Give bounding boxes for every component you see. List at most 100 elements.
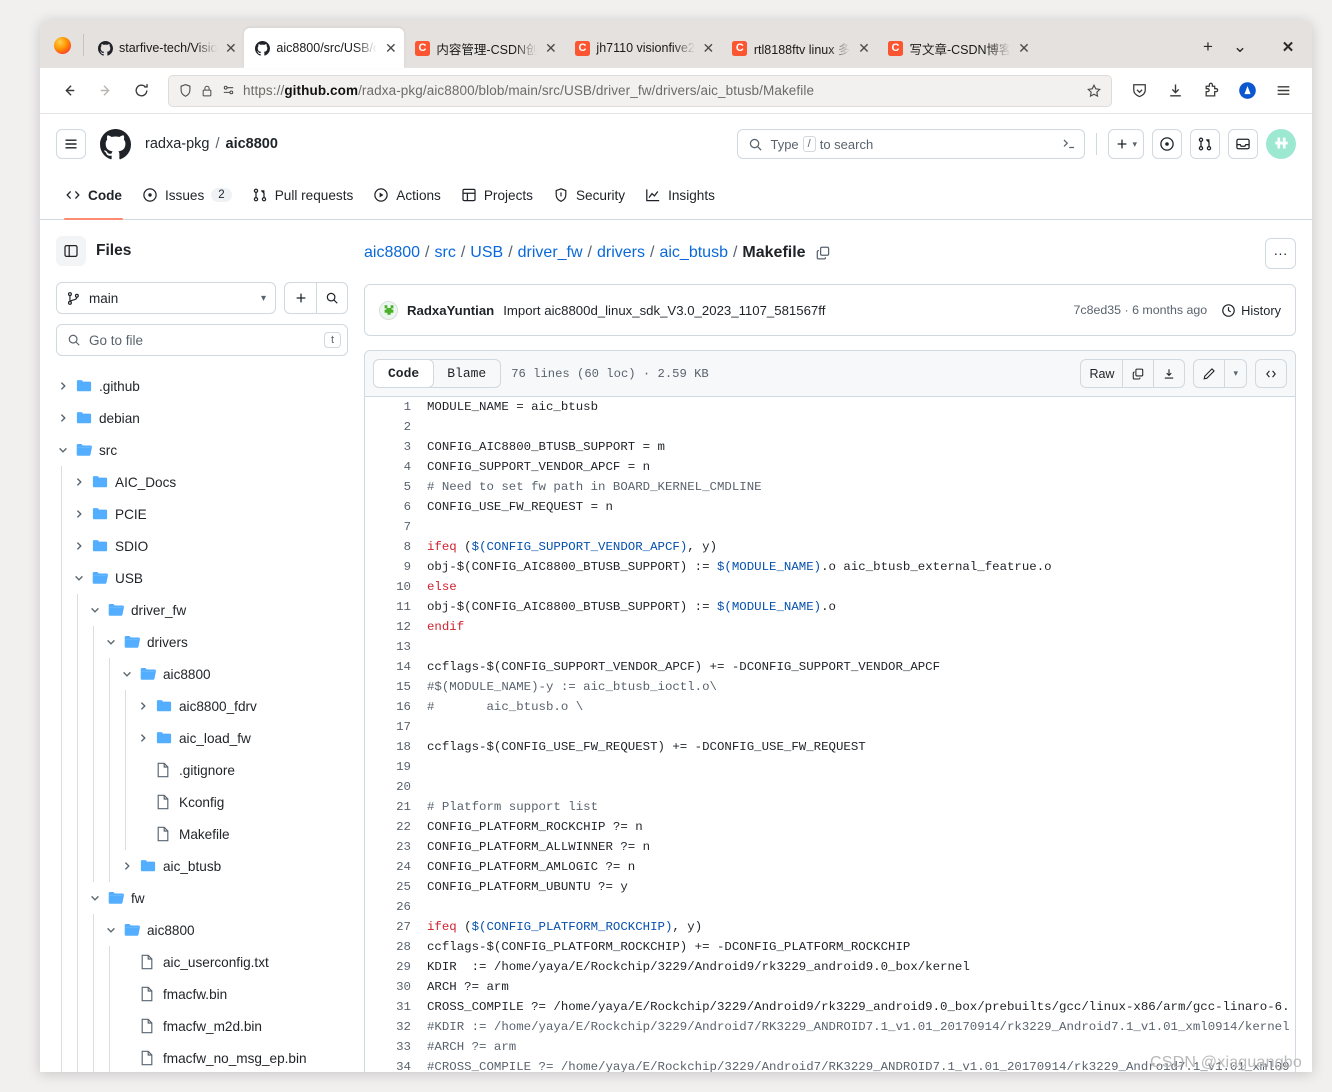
window-close-button[interactable]: ✕ (1272, 30, 1304, 64)
line-number[interactable]: 19 (365, 757, 427, 777)
browser-tab[interactable]: C 内容管理-CSDN创 ✕ (404, 28, 564, 68)
sidebar-collapse-icon[interactable] (56, 236, 86, 266)
download-icon[interactable] (1154, 360, 1184, 387)
line-number[interactable]: 7 (365, 517, 427, 537)
close-icon[interactable]: ✕ (856, 41, 871, 55)
tab-issues[interactable]: Issues 2 (133, 181, 241, 219)
copy-path-icon[interactable] (815, 245, 831, 261)
line-number[interactable]: 26 (365, 897, 427, 917)
line-number[interactable]: 17 (365, 717, 427, 737)
line-number[interactable]: 2 (365, 417, 427, 437)
tab-code[interactable]: Code (374, 360, 434, 387)
create-new-button[interactable]: ▾ (1108, 129, 1144, 159)
list-all-tabs-button[interactable]: ⌄ (1224, 30, 1256, 64)
reader-permissions-icon[interactable] (221, 83, 236, 98)
chevron-right-icon[interactable] (136, 733, 150, 743)
tab-pull-requests[interactable]: Pull requests (243, 181, 363, 219)
tree-folder-row[interactable]: aic_load_fw (56, 722, 348, 754)
commit-message[interactable]: Import aic8800d_linux_sdk_V3.0_2023_1107… (503, 303, 825, 318)
line-number[interactable]: 31 (365, 997, 427, 1017)
line-number[interactable]: 1 (365, 397, 427, 417)
close-icon[interactable]: ✕ (223, 41, 238, 55)
notifications-inbox-button[interactable] (1228, 129, 1258, 159)
tab-actions[interactable]: Actions (364, 181, 450, 219)
commit-sha[interactable]: 7c8ed35 (1073, 303, 1121, 317)
extensions-icon[interactable] (1194, 75, 1228, 107)
chevron-down-icon[interactable] (104, 925, 118, 935)
close-icon[interactable]: ✕ (383, 41, 398, 55)
app-menu-icon[interactable] (1266, 75, 1300, 107)
github-logo-icon[interactable] (100, 128, 131, 160)
tree-file-row[interactable]: Kconfig (56, 786, 348, 818)
back-icon[interactable] (52, 75, 86, 107)
browser-tab[interactable]: starfive-tech/Visio ✕ (87, 28, 244, 68)
tree-folder-row[interactable]: .github (56, 370, 348, 402)
reload-icon[interactable] (124, 75, 158, 107)
browser-tab[interactable]: C 写文章-CSDN博客 ✕ (877, 28, 1037, 68)
line-number[interactable]: 24 (365, 857, 427, 877)
copy-icon[interactable] (1123, 360, 1155, 387)
commit-author-avatar[interactable] (379, 300, 398, 320)
breadcrumb-link[interactable]: drivers (597, 244, 645, 262)
raw-button[interactable]: Raw (1081, 360, 1124, 387)
tree-folder-row[interactable]: src (56, 434, 348, 466)
tree-file-row[interactable]: fmacfw.bin (56, 978, 348, 1010)
chevron-right-icon[interactable] (72, 541, 86, 551)
tree-folder-row[interactable]: aic8800 (56, 658, 348, 690)
history-link[interactable]: History (1221, 303, 1281, 318)
line-number[interactable]: 18 (365, 737, 427, 757)
tree-folder-row[interactable]: aic8800 (56, 914, 348, 946)
pencil-icon[interactable] (1194, 360, 1226, 387)
bookmark-star-icon[interactable] (1086, 83, 1102, 99)
chevron-down-icon[interactable] (72, 573, 86, 583)
tree-file-row[interactable]: fmacfw_m2d.bin (56, 1010, 348, 1042)
tree-file-row[interactable]: Makefile (56, 818, 348, 850)
tab-code[interactable]: Code (56, 181, 131, 220)
go-to-file-input[interactable]: Go to file t (56, 324, 348, 356)
line-number[interactable]: 29 (365, 957, 427, 977)
line-number[interactable]: 34 (365, 1057, 427, 1072)
tab-blame[interactable]: Blame (433, 360, 500, 387)
tree-folder-row[interactable]: SDIO (56, 530, 348, 562)
avatar[interactable] (1266, 129, 1296, 159)
issues-button[interactable] (1152, 129, 1182, 159)
repo-name-link[interactable]: aic8800 (226, 136, 278, 152)
shield-icon[interactable] (178, 83, 193, 98)
chevron-down-icon[interactable] (120, 669, 134, 679)
add-file-button[interactable] (284, 282, 316, 314)
close-icon[interactable]: ✕ (1016, 41, 1031, 55)
line-number[interactable]: 14 (365, 657, 427, 677)
chevron-right-icon[interactable] (72, 509, 86, 519)
code-symbols-icon[interactable] (1256, 360, 1286, 387)
tree-file-row[interactable]: fmacfw_no_msg_ep.bin (56, 1042, 348, 1072)
tree-folder-row[interactable]: USB (56, 562, 348, 594)
close-icon[interactable]: ✕ (543, 41, 558, 55)
line-number[interactable]: 20 (365, 777, 427, 797)
chevron-down-icon[interactable] (104, 637, 118, 647)
breadcrumb-link[interactable]: aic_btusb (659, 244, 728, 262)
tree-file-row[interactable]: aic_userconfig.txt (56, 946, 348, 978)
line-number[interactable]: 22 (365, 817, 427, 837)
line-number[interactable]: 32 (365, 1017, 427, 1037)
global-nav-menu-button[interactable] (56, 129, 86, 159)
line-number[interactable]: 28 (365, 937, 427, 957)
breadcrumb-link[interactable]: src (435, 244, 456, 262)
chevron-down-icon[interactable] (56, 445, 70, 455)
tree-file-row[interactable]: .gitignore (56, 754, 348, 786)
shield-icon[interactable] (1122, 75, 1156, 107)
tree-folder-row[interactable]: driver_fw (56, 594, 348, 626)
tab-insights[interactable]: Insights (636, 181, 724, 219)
tab-projects[interactable]: Projects (452, 181, 542, 219)
tree-folder-row[interactable]: AIC_Docs (56, 466, 348, 498)
line-number[interactable]: 12 (365, 617, 427, 637)
command-palette-icon[interactable] (1061, 136, 1077, 152)
line-number[interactable]: 11 (365, 597, 427, 617)
breadcrumb-link[interactable]: driver_fw (518, 244, 583, 262)
file-options-button[interactable]: ··· (1265, 237, 1296, 269)
chevron-right-icon[interactable] (56, 413, 70, 423)
line-number[interactable]: 23 (365, 837, 427, 857)
commit-author[interactable]: RadxaYuntian (407, 303, 494, 318)
search-files-button[interactable] (316, 282, 348, 314)
code-viewer[interactable]: 1 MODULE_NAME = aic_btusb 2 3 CONFIG_AIC8800… (365, 397, 1295, 1072)
forward-icon[interactable] (88, 75, 122, 107)
